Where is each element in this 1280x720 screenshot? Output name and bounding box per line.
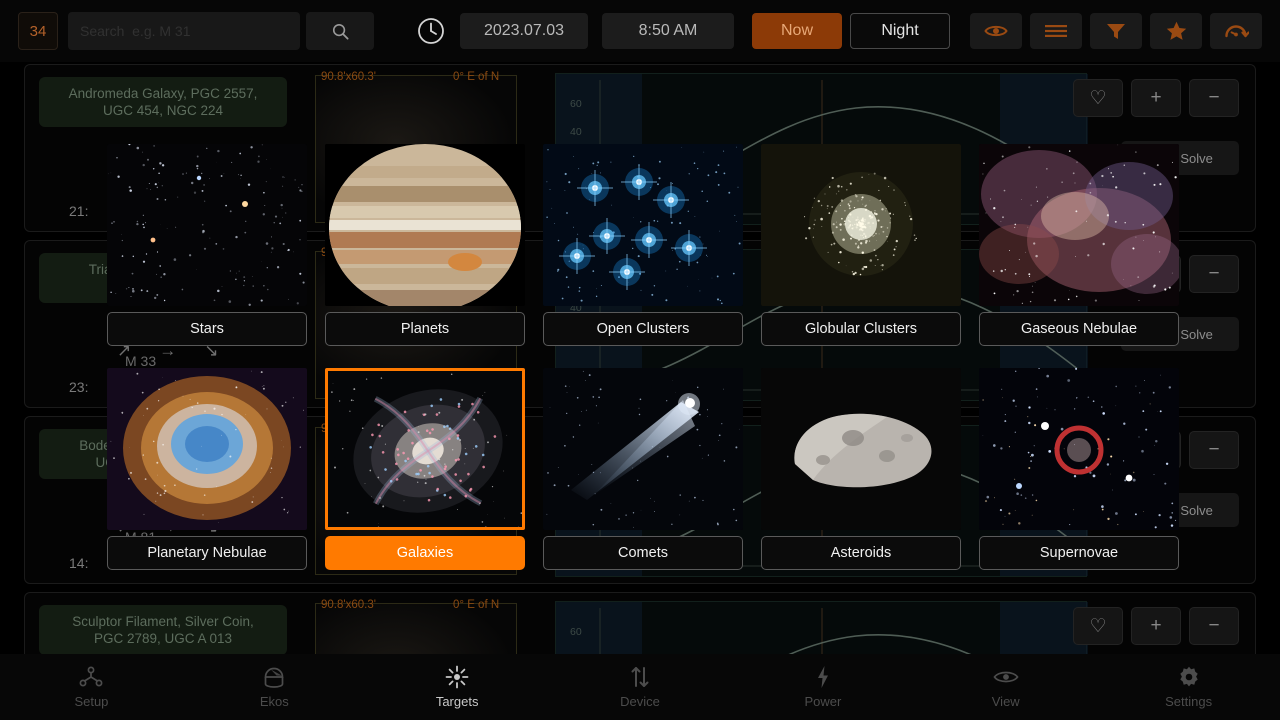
nav-view[interactable]: View (914, 665, 1097, 709)
filter-button[interactable] (1090, 13, 1142, 49)
category-globular-clusters-thumbnail[interactable] (761, 144, 961, 306)
nav-setup[interactable]: Setup (0, 665, 183, 709)
observatory-icon (262, 665, 286, 689)
category-supernovae-label[interactable]: Supernovae (979, 536, 1179, 570)
search-input[interactable] (68, 12, 300, 50)
category-asteroids-label[interactable]: Asteroids (761, 536, 961, 570)
gauge-icon (1225, 25, 1249, 38)
date-field[interactable]: 2023.07.03 (460, 13, 588, 49)
top-icon-group (970, 13, 1262, 49)
visibility-filter-button[interactable] (970, 13, 1022, 49)
gear-icon (1177, 665, 1201, 689)
category-stars-thumbnail[interactable] (107, 144, 307, 306)
hierarchy-icon (79, 665, 103, 689)
nav-power-label: Power (804, 694, 842, 709)
category-galaxies-label[interactable]: Galaxies (325, 536, 525, 570)
nav-targets[interactable]: Targets (366, 665, 549, 709)
category-open-clusters-label[interactable]: Open Clusters (543, 312, 743, 346)
category-planetary-nebulae-label[interactable]: Planetary Nebulae (107, 536, 307, 570)
app-root: 34 2023.07.03 8:50 AM Now Night (0, 0, 1280, 720)
nav-power[interactable]: Power (731, 665, 914, 709)
nav-settings-label: Settings (1165, 694, 1213, 709)
night-button[interactable]: Night (850, 13, 950, 49)
search-icon (332, 23, 349, 40)
list-view-button[interactable] (1030, 13, 1082, 49)
category-supernovae[interactable]: Supernovae (979, 368, 1179, 570)
category-globular-clusters[interactable]: Globular Clusters (761, 144, 961, 346)
category-planetary-nebulae[interactable]: Planetary Nebulae (107, 368, 307, 570)
category-galaxies[interactable]: Galaxies (325, 368, 525, 570)
category-picker-overlay: Stars Planets Open Clusters Globular Clu… (0, 62, 1280, 654)
eye-icon (993, 665, 1019, 689)
category-asteroids[interactable]: Asteroids (761, 368, 961, 570)
nav-device[interactable]: Device (549, 665, 732, 709)
category-planets-thumbnail[interactable] (325, 144, 525, 306)
category-stars-label[interactable]: Stars (107, 312, 307, 346)
star-icon (1166, 21, 1186, 40)
category-planetary-nebulae-thumbnail[interactable] (107, 368, 307, 530)
funnel-icon (1107, 23, 1125, 39)
favorites-button[interactable] (1150, 13, 1202, 49)
nav-ekos-label: Ekos (259, 694, 289, 709)
category-gaseous-nebulae-label[interactable]: Gaseous Nebulae (979, 312, 1179, 346)
bolt-icon (815, 665, 831, 689)
category-galaxies-thumbnail[interactable] (325, 368, 525, 530)
clock-icon (416, 16, 446, 46)
category-planets-label[interactable]: Planets (325, 312, 525, 346)
category-planets[interactable]: Planets (325, 144, 525, 346)
starburst-icon (445, 665, 469, 689)
category-open-clusters-thumbnail[interactable] (543, 144, 743, 306)
category-gaseous-nebulae[interactable]: Gaseous Nebulae (979, 144, 1179, 346)
time-field[interactable]: 8:50 AM (602, 13, 734, 49)
now-button[interactable]: Now (752, 13, 842, 49)
nav-view-label: View (991, 694, 1020, 709)
category-comets-thumbnail[interactable] (543, 368, 743, 530)
transfer-icon (629, 665, 651, 689)
target-count-badge: 34 (18, 12, 58, 50)
category-comets-label[interactable]: Comets (543, 536, 743, 570)
category-open-clusters[interactable]: Open Clusters (543, 144, 743, 346)
eye-icon (984, 25, 1008, 37)
nav-settings[interactable]: Settings (1097, 665, 1280, 709)
category-stars[interactable]: Stars (107, 144, 307, 346)
nav-setup-label: Setup (74, 694, 109, 709)
nav-targets-label: Targets (435, 694, 479, 709)
nav-device-label: Device (620, 694, 660, 709)
category-globular-clusters-label[interactable]: Globular Clusters (761, 312, 961, 346)
category-asteroids-thumbnail[interactable] (761, 368, 961, 530)
category-supernovae-thumbnail[interactable] (979, 368, 1179, 530)
search-button[interactable] (306, 12, 374, 50)
nav-ekos[interactable]: Ekos (183, 665, 366, 709)
list-icon (1045, 25, 1067, 37)
refresh-gauge-button[interactable] (1210, 13, 1262, 49)
bottom-navigation: Setup Ekos Targets Device Power View Set… (0, 654, 1280, 720)
category-comets[interactable]: Comets (543, 368, 743, 570)
category-gaseous-nebulae-thumbnail[interactable] (979, 144, 1179, 306)
top-toolbar: 34 2023.07.03 8:50 AM Now Night (0, 0, 1280, 62)
